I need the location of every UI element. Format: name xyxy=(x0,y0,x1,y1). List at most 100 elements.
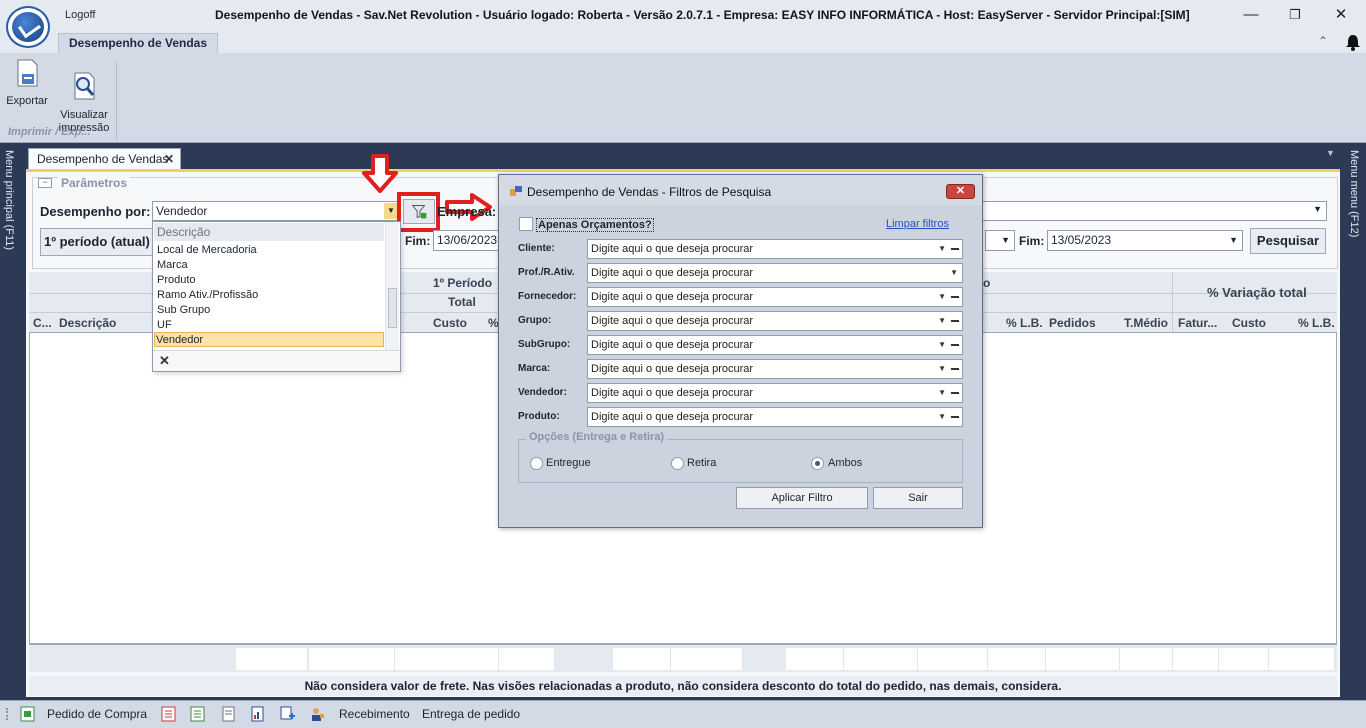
inicio2-date-input[interactable]: ▼ xyxy=(985,230,1015,251)
close-window-button[interactable]: ✕ xyxy=(1326,4,1356,26)
col-custo-var[interactable]: Custo xyxy=(1232,316,1266,330)
col-pedidos[interactable]: Pedidos xyxy=(1049,316,1096,330)
logoff-link[interactable]: Logoff xyxy=(65,9,95,21)
receiving-icon[interactable] xyxy=(310,706,325,722)
document-icon[interactable] xyxy=(221,706,236,722)
status-recebimento[interactable]: Recebimento xyxy=(339,707,410,721)
bell-icon[interactable] xyxy=(1344,33,1362,51)
side-menu-main[interactable]: Menu principal (F11) xyxy=(3,150,15,250)
radio-retira-label[interactable]: Retira xyxy=(687,457,716,469)
radio-ambos-label[interactable]: Ambos xyxy=(828,457,862,469)
restore-button[interactable]: ❐ xyxy=(1280,4,1310,26)
dropdown-scrollbar[interactable] xyxy=(385,222,399,350)
remove-icon[interactable] xyxy=(951,344,959,346)
chevron-down-icon[interactable]: ▼ xyxy=(1313,204,1322,214)
prof-ativ-placeholder: Digite aqui o que deseja procurar xyxy=(591,267,754,279)
radio-ambos[interactable] xyxy=(811,457,824,470)
limpar-filtros-link[interactable]: Limpar filtros xyxy=(886,218,949,230)
fim1-label: Fim: xyxy=(405,234,431,248)
chevron-down-icon[interactable]: ▼ xyxy=(938,408,946,426)
dropdown-item[interactable]: Sub Grupo xyxy=(156,303,382,318)
export-button[interactable]: Exportar xyxy=(4,58,50,107)
dropdown-item-selected[interactable]: Vendedor xyxy=(154,332,384,347)
dialog-title-bar: Desempenho de Vendas - Filtros de Pesqui… xyxy=(499,175,982,205)
grid-footer xyxy=(29,644,1337,672)
chevron-down-icon[interactable]: ▼ xyxy=(938,240,946,258)
radio-entregue[interactable] xyxy=(530,457,543,470)
periodo1-button[interactable]: 1º período (atual) xyxy=(40,228,162,256)
dropdown-item[interactable]: Ramo Ativ./Profissão xyxy=(156,288,382,303)
ribbon-group-label: Imprimir / Exp... xyxy=(8,126,91,138)
chevron-down-icon[interactable]: ▼ xyxy=(1229,231,1238,250)
remove-icon[interactable] xyxy=(951,248,959,250)
col-lb-var[interactable]: % L.B. xyxy=(1298,316,1335,330)
fim1-date-input[interactable]: 13/06/2023 xyxy=(433,230,503,251)
dropdown-item[interactable]: Marca xyxy=(156,258,382,273)
ribbon-collapse-icon[interactable]: ⌃ xyxy=(1318,34,1328,48)
minimize-button[interactable]: — xyxy=(1236,4,1266,26)
remove-icon[interactable] xyxy=(951,392,959,394)
col-custo-1[interactable]: Custo xyxy=(433,316,467,330)
cliente-input[interactable]: Digite aqui o que deseja procurar ▼ xyxy=(587,239,963,259)
desempenho-dropdown-list[interactable]: Descrição Local de Mercadoria Marca Prod… xyxy=(152,221,401,372)
desempenho-select[interactable]: Vendedor ▼ xyxy=(152,201,400,221)
vendedor-input[interactable]: Digite aqui o que deseja procurar ▼ xyxy=(587,383,963,403)
close-tab-icon[interactable]: ✕ xyxy=(164,149,174,170)
document-tab[interactable]: Desempenho de Vendas ✕ xyxy=(28,148,181,170)
col-faturamento-var[interactable]: Fatur... xyxy=(1178,316,1217,330)
remove-icon[interactable] xyxy=(951,368,959,370)
chevron-down-icon[interactable]: ▼ xyxy=(938,312,946,330)
marca-input[interactable]: Digite aqui o que deseja procurar ▼ xyxy=(587,359,963,379)
chevron-down-icon[interactable]: ▼ xyxy=(384,203,398,219)
prof-ativ-label: Prof./R.Ativ. xyxy=(518,267,575,278)
sair-button[interactable]: Sair xyxy=(873,487,963,509)
col-descricao[interactable]: Descrição xyxy=(59,316,116,330)
subgrupo-input[interactable]: Digite aqui o que deseja procurar ▼ xyxy=(587,335,963,355)
empresa-select[interactable]: ▼ xyxy=(982,201,1327,221)
chart-doc-icon[interactable] xyxy=(250,706,265,722)
dropdown-item[interactable]: Produto xyxy=(156,273,382,288)
remove-icon[interactable] xyxy=(951,296,959,298)
chevron-down-icon[interactable]: ▼ xyxy=(938,384,946,402)
remove-icon[interactable] xyxy=(951,416,959,418)
col-codigo[interactable]: C... xyxy=(33,316,52,330)
report-red-icon[interactable] xyxy=(161,706,176,722)
aplicar-filtro-button[interactable]: Aplicar Filtro xyxy=(736,487,868,509)
col-tmedio[interactable]: T.Médio xyxy=(1124,316,1168,330)
tab-list-dropdown-icon[interactable]: ▼ xyxy=(1326,148,1335,158)
col-lb-2[interactable]: % L.B. xyxy=(1006,316,1043,330)
chevron-down-icon[interactable]: ▼ xyxy=(950,264,958,282)
purchase-order-icon[interactable] xyxy=(20,706,35,722)
app-logo-icon[interactable] xyxy=(6,6,50,48)
vendedor-placeholder: Digite aqui o que deseja procurar xyxy=(591,387,754,399)
fim2-date-input[interactable]: 13/05/2023 ▼ xyxy=(1047,230,1243,251)
dropdown-item[interactable]: Local de Mercadoria xyxy=(156,243,382,258)
add-user-icon[interactable] xyxy=(280,706,295,722)
apenas-orcamentos-label[interactable]: Apenas Orçamentos? xyxy=(536,218,654,232)
export-label: Exportar xyxy=(6,95,48,107)
chevron-down-icon[interactable]: ▼ xyxy=(938,336,946,354)
apenas-orcamentos-checkbox[interactable] xyxy=(519,217,533,231)
chevron-down-icon[interactable]: ▼ xyxy=(938,288,946,306)
dialog-close-button[interactable]: ✕ xyxy=(946,184,975,199)
prof-ativ-input[interactable]: Digite aqui o que deseja procurar ▼ xyxy=(587,263,963,283)
ribbon-tab-desempenho[interactable]: Desempenho de Vendas xyxy=(58,33,218,53)
dropdown-item[interactable]: UF xyxy=(156,318,382,333)
radio-retira[interactable] xyxy=(671,457,684,470)
chevron-down-icon[interactable]: ▼ xyxy=(938,360,946,378)
dropdown-header: Descrição xyxy=(154,223,384,241)
fornecedor-input[interactable]: Digite aqui o que deseja procurar ▼ xyxy=(587,287,963,307)
filter-highlight-box xyxy=(397,192,440,232)
produto-input[interactable]: Digite aqui o que deseja procurar ▼ xyxy=(587,407,963,427)
status-entrega-pedido[interactable]: Entrega de pedido xyxy=(422,707,520,721)
clear-selection-icon[interactable]: ✕ xyxy=(159,353,170,369)
status-pedido-compra[interactable]: Pedido de Compra xyxy=(47,707,147,721)
pesquisar-button[interactable]: Pesquisar xyxy=(1250,228,1326,254)
grupo-input[interactable]: Digite aqui o que deseja procurar ▼ xyxy=(587,311,963,331)
report-green-icon[interactable] xyxy=(190,706,205,722)
radio-entregue-label[interactable]: Entregue xyxy=(546,457,591,469)
window-app-icon xyxy=(510,186,522,196)
side-menu-right[interactable]: Menu menu (F12) xyxy=(1348,150,1360,237)
collapse-params-icon[interactable]: − xyxy=(38,178,52,188)
remove-icon[interactable] xyxy=(951,320,959,322)
